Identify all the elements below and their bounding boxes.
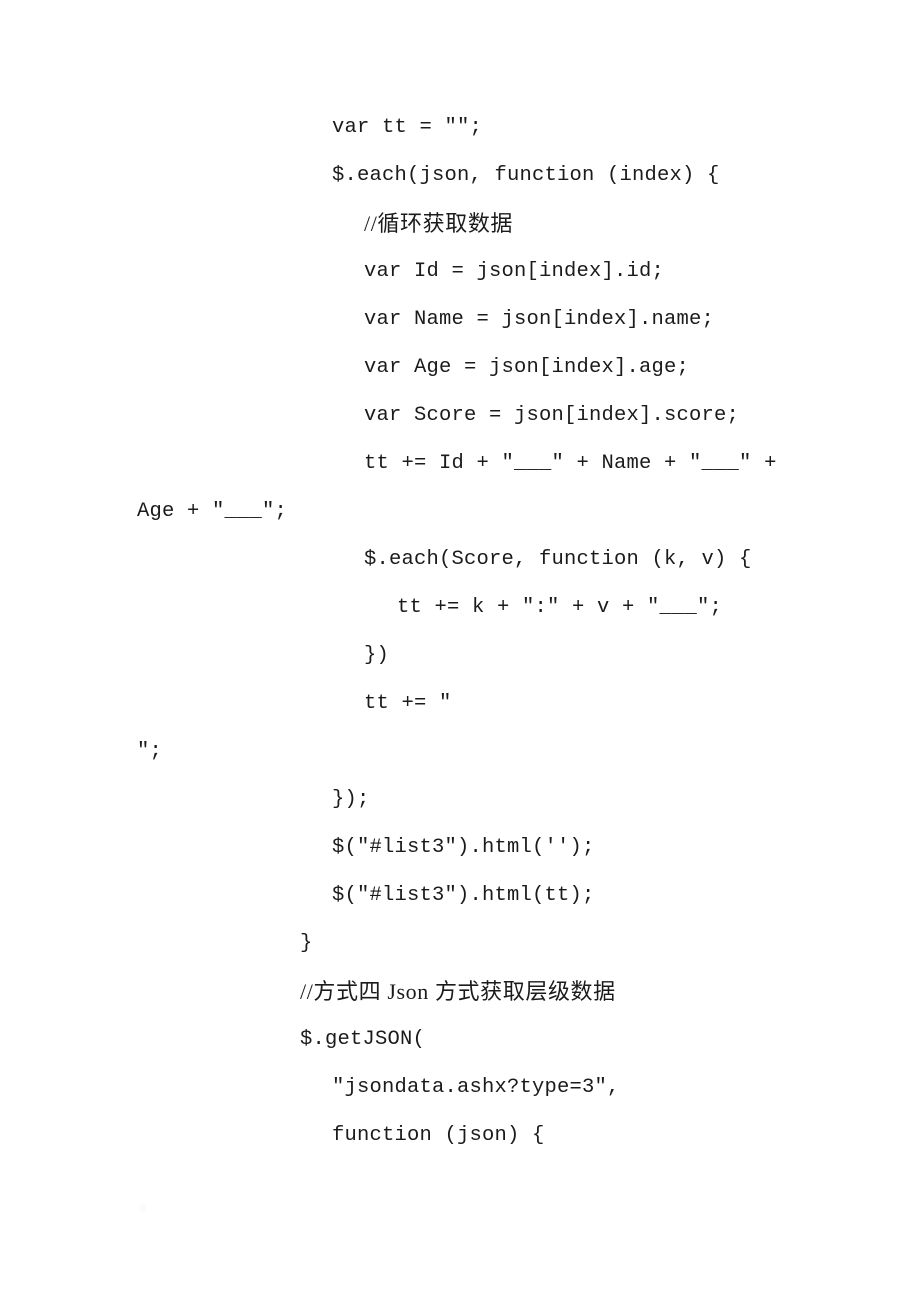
code-line: var tt = ″″; bbox=[332, 116, 483, 139]
code-line: Age + ″___″; bbox=[137, 500, 288, 523]
code-line: $(″#list3″).html(tt); bbox=[332, 884, 595, 907]
code-line: //循环获取数据 bbox=[364, 211, 514, 236]
code-line: $.getJSON( bbox=[300, 1028, 426, 1051]
code-line: $.each(Score, function (k, v) { bbox=[364, 548, 752, 571]
code-line: $.each(json, function (index) { bbox=[332, 164, 720, 187]
code-line: var Age = json[index].age; bbox=[364, 356, 690, 379]
code-line: $(″#list3″).html(''); bbox=[332, 836, 595, 859]
code-line: var Id = json[index].id; bbox=[364, 260, 665, 283]
code-line: tt += Id + ″___″ + Name + ″___″ + bbox=[364, 452, 777, 475]
code-line: function (json) { bbox=[332, 1124, 545, 1147]
code-line: tt += k + ″:″ + v + ″___″; bbox=[397, 596, 723, 619]
code-line: }) bbox=[364, 644, 390, 667]
code-line: tt += ″ bbox=[364, 692, 452, 715]
code-listing-body: var tt = ″″; $.each(json, function (index… bbox=[137, 104, 837, 1160]
code-line: ″; bbox=[137, 740, 163, 763]
document-page: var tt = ″″; $.each(json, function (index… bbox=[0, 0, 920, 1302]
code-line: }); bbox=[332, 788, 370, 811]
code-line: var Name = json[index].name; bbox=[364, 308, 715, 331]
code-line: var Score = json[index].score; bbox=[364, 404, 740, 427]
code-line: } bbox=[300, 932, 313, 955]
code-line: //方式四 Json 方式获取层级数据 bbox=[300, 979, 616, 1004]
scan-artifact-speck bbox=[139, 1203, 146, 1212]
code-line: ″jsondata.ashx?type=3″, bbox=[332, 1076, 620, 1099]
